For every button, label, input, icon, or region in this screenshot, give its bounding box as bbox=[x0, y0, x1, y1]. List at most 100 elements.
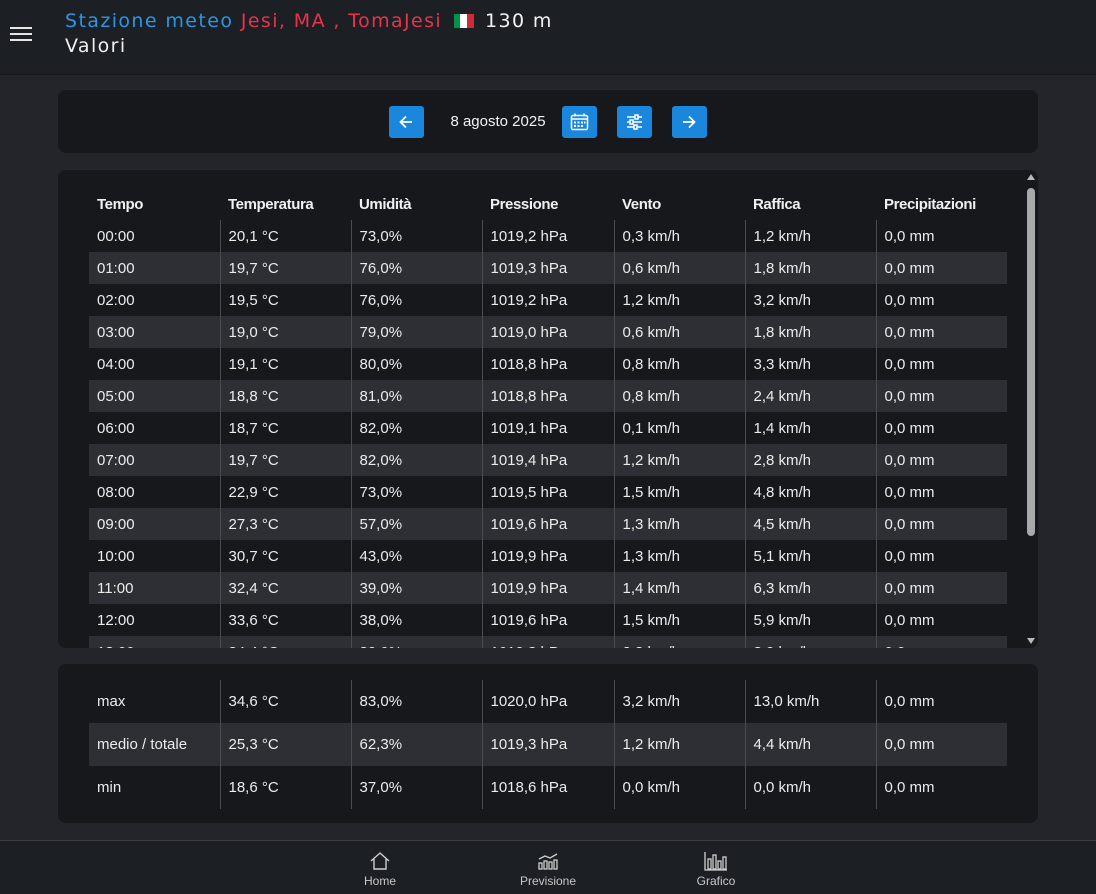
cell-precipitation: 0,0 mm bbox=[875, 723, 1007, 766]
cell-temperature: 25,3 °C bbox=[219, 723, 351, 766]
cell-humidity: 39,0% bbox=[350, 572, 482, 604]
cell-gust: 1,4 km/h bbox=[744, 412, 876, 444]
cell-temperature: 27,3 °C bbox=[219, 508, 351, 540]
cell-temperature: 32,4 °C bbox=[219, 572, 351, 604]
cell-humidity: 62,3% bbox=[350, 723, 482, 766]
cell-temperature: 19,1 °C bbox=[219, 348, 351, 380]
cell-pressure: 1019,3 hPa bbox=[481, 636, 614, 648]
cell-pressure: 1019,1 hPa bbox=[481, 412, 614, 444]
cell-pressure: 1019,5 hPa bbox=[481, 476, 614, 508]
cell-pressure: 1019,6 hPa bbox=[481, 508, 614, 540]
table-scrollbar[interactable] bbox=[1026, 174, 1036, 644]
previous-day-button[interactable] bbox=[389, 106, 424, 138]
cell-time: 13:00 bbox=[89, 636, 220, 648]
cell-temperature: 18,7 °C bbox=[219, 412, 351, 444]
column-header-pressure[interactable]: Pressione bbox=[482, 170, 614, 220]
column-header-precipitation[interactable]: Precipitazioni bbox=[876, 170, 1007, 220]
nav-home-label: Home bbox=[363, 874, 396, 888]
next-day-button[interactable] bbox=[672, 106, 707, 138]
cell-gust: 1,2 km/h bbox=[744, 220, 876, 252]
cell-humidity: 73,0% bbox=[350, 220, 482, 252]
nav-chart[interactable]: Grafico bbox=[671, 851, 761, 888]
scrollbar-thumb[interactable] bbox=[1027, 188, 1035, 536]
cell-time: 01:00 bbox=[89, 252, 220, 284]
cell-time: min bbox=[97, 779, 122, 796]
cell-precipitation: 0,0 mm bbox=[875, 252, 1007, 284]
cell-time: 04:00 bbox=[97, 355, 135, 373]
cell-temperature: 22,9 °C bbox=[219, 476, 351, 508]
table-row: 00:00 20,1 °C 73,0% 1019,2 hPa 0,3 km/h 1,2 k… bbox=[89, 220, 1007, 252]
arrow-right-icon bbox=[683, 115, 696, 129]
cell-humidity: 80,0% bbox=[350, 348, 482, 380]
cell-temperature: 19,7 °C bbox=[219, 444, 351, 476]
column-header-wind[interactable]: Vento bbox=[614, 170, 745, 220]
cell-precipitation: 0,0 mm bbox=[875, 348, 1007, 380]
table-row: 01:00 19,7 °C 76,0% 1019,3 hPa 0,6 km/h 1,8 k… bbox=[89, 252, 1007, 284]
cell-temperature: 30,7 °C bbox=[219, 540, 351, 572]
cell-gust: 5,1 km/h bbox=[744, 540, 876, 572]
hourly-table-scroll[interactable]: Tempo Temperatura Umidità Pressione Vent… bbox=[89, 170, 1007, 648]
table-row: 04:00 19,1 °C 80,0% 1018,8 hPa 0,8 km/h 3,3 k… bbox=[89, 348, 1007, 380]
station-location: Jesi, MA , TomaJesi bbox=[240, 10, 443, 32]
cell-temperature: 34,4 °C bbox=[219, 636, 351, 648]
cell-wind: 0,0 km/h bbox=[613, 766, 745, 809]
table-row: 10:00 30,7 °C 43,0% 1019,9 hPa 1,3 km/h 5,1 k… bbox=[89, 540, 1007, 572]
scroll-up-arrow-icon[interactable] bbox=[1027, 174, 1035, 180]
cell-humidity: 38,0% bbox=[350, 604, 482, 636]
cell-humidity: 76,0% bbox=[350, 284, 482, 316]
station-title: Stazione meteo Jesi, MA , TomaJesi 130 m bbox=[65, 10, 553, 32]
date-navigation: 8 agosto 2025 bbox=[58, 90, 1038, 153]
column-header-humidity[interactable]: Umidità bbox=[351, 170, 482, 220]
cell-temperature: 19,7 °C bbox=[219, 252, 351, 284]
station-altitude: 130 m bbox=[485, 10, 553, 32]
cell-time: medio / totale bbox=[89, 723, 220, 766]
cell-precipitation: 0,0 mm bbox=[875, 380, 1007, 412]
cell-time: 06:00 bbox=[97, 419, 135, 437]
bottom-navigation: Home Previsione Grafico bbox=[0, 840, 1096, 894]
summary-table: max 34,6 °C 83,0% 1020,0 hPa 3,2 km/h 13,0 km… bbox=[89, 680, 1007, 809]
cell-humidity: 83,0% bbox=[350, 680, 482, 723]
cell-temperature: 18,8 °C bbox=[219, 380, 351, 412]
cell-humidity: 73,0% bbox=[350, 476, 482, 508]
cell-time: 07:00 bbox=[89, 444, 220, 476]
calendar-button[interactable] bbox=[562, 106, 597, 138]
hourly-table: Tempo Temperatura Umidità Pressione Vent… bbox=[89, 170, 1007, 648]
cell-gust: 4,8 km/h bbox=[744, 476, 876, 508]
filter-settings-button[interactable] bbox=[617, 106, 652, 138]
summary-row: min 18,6 °C 37,0% 1018,6 hPa 0,0 km/h 0,0 km/… bbox=[89, 766, 1007, 809]
cell-pressure: 1019,9 hPa bbox=[481, 572, 614, 604]
cell-gust: 1,8 km/h bbox=[744, 252, 876, 284]
home-icon bbox=[370, 852, 390, 870]
cell-temperature: 19,5 °C bbox=[219, 284, 351, 316]
page-title: Valori bbox=[65, 35, 127, 57]
cell-wind: 0,8 km/h bbox=[613, 348, 745, 380]
cell-pressure: 1019,2 hPa bbox=[481, 284, 614, 316]
column-header-temperature[interactable]: Temperatura bbox=[220, 170, 351, 220]
cell-gust: 8,9 km/h bbox=[744, 636, 876, 648]
cell-humidity: 57,0% bbox=[350, 508, 482, 540]
cell-precipitation: 0,0 mm bbox=[875, 476, 1007, 508]
cell-pressure: 1018,8 hPa bbox=[481, 380, 614, 412]
table-row: 11:00 32,4 °C 39,0% 1019,9 hPa 1,4 km/h 6,3 k… bbox=[89, 572, 1007, 604]
cell-temperature: 18,6 °C bbox=[219, 766, 351, 809]
cell-wind: 0,6 km/h bbox=[613, 252, 745, 284]
cell-wind: 0,3 km/h bbox=[613, 220, 745, 252]
forecast-chart-icon bbox=[538, 853, 558, 870]
nav-home[interactable]: Home bbox=[335, 851, 425, 888]
cell-humidity: 37,0% bbox=[350, 766, 482, 809]
column-header-time[interactable]: Tempo bbox=[89, 170, 220, 220]
cell-gust: 3,3 km/h bbox=[744, 348, 876, 380]
cell-precipitation: 0,0 mm bbox=[875, 604, 1007, 636]
cell-humidity: 82,0% bbox=[350, 444, 482, 476]
menu-icon[interactable] bbox=[10, 24, 32, 44]
table-row: 08:00 22,9 °C 73,0% 1019,5 hPa 1,5 km/h 4,8 k… bbox=[89, 476, 1007, 508]
cell-gust: 1,8 km/h bbox=[744, 316, 876, 348]
nav-forecast[interactable]: Previsione bbox=[503, 851, 593, 888]
cell-time: 10:00 bbox=[97, 547, 135, 565]
column-header-gust[interactable]: Raffica bbox=[745, 170, 876, 220]
scroll-down-arrow-icon[interactable] bbox=[1027, 638, 1035, 644]
cell-wind: 1,3 km/h bbox=[613, 508, 745, 540]
cell-pressure: 1019,2 hPa bbox=[481, 220, 614, 252]
arrow-left-icon bbox=[399, 115, 412, 129]
current-date[interactable]: 8 agosto 2025 bbox=[438, 113, 558, 130]
